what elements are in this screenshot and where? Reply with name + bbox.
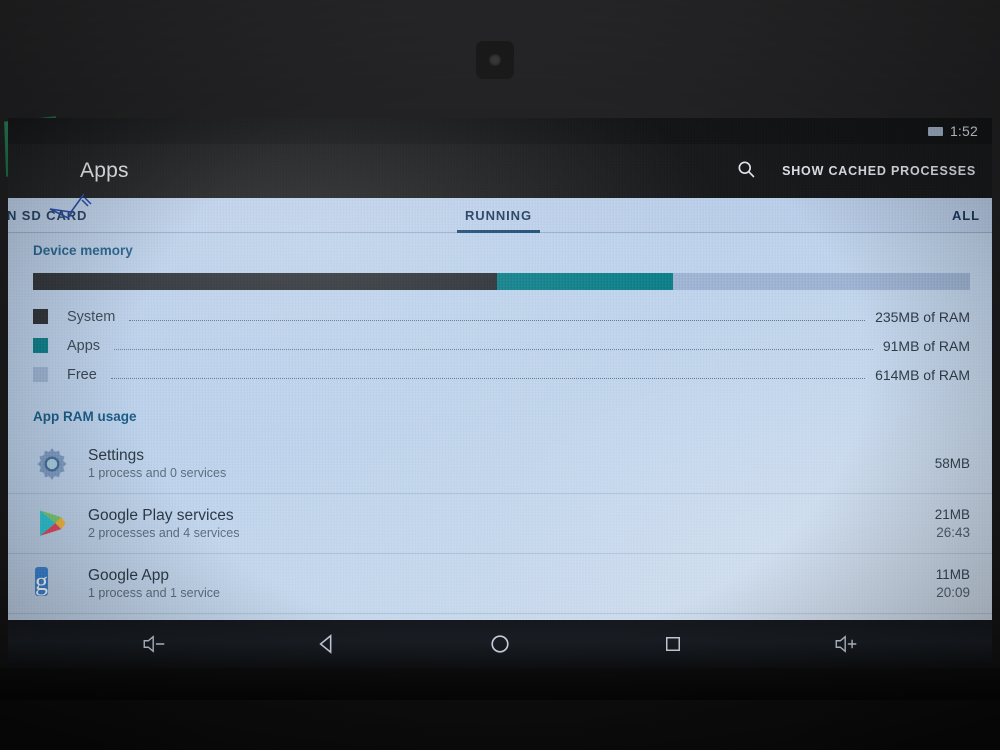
app-name: Settings [88,446,145,464]
legend-leader-line [114,349,873,350]
list-item-metrics: 21MB 26:43 [935,506,970,542]
photographed-tablet: 1:52 Apps SHOW CACHED PROCESSES ON SD CA… [0,0,1000,750]
tab-running[interactable]: RUNNING [457,198,540,233]
volume-down-icon[interactable] [127,625,181,663]
app-runtime-value: 26:43 [936,524,970,540]
front-camera-module [476,41,514,79]
action-bar-actions: SHOW CACHED PROCESSES [736,159,992,184]
app-subtitle: 1 process and 0 services [88,465,227,480]
page-title: Apps [80,159,129,182]
app-subtitle: 2 processes and 4 services [88,525,240,540]
home-icon[interactable] [473,625,527,663]
search-icon[interactable] [736,159,756,184]
device-memory-bar [33,273,970,290]
status-bar-clock: 1:52 [949,123,978,139]
list-item-text: Google App 1 process and 1 service [88,566,220,602]
legend-label-free: Free [67,366,97,383]
list-item-metrics: 11MB 20:09 [936,566,970,602]
legend-value-apps: 91MB of RAM [882,337,970,354]
app-memory-value: 11MB [935,566,970,582]
legend-value-system: 235MB of RAM [875,308,970,325]
list-item[interactable]: g Google App 1 process and 1 service 11M… [8,554,992,614]
tablet-screen: 1:52 Apps SHOW CACHED PROCESSES ON SD CA… [8,118,992,620]
legend-row-free: Free 614MB of RAM [8,360,992,389]
show-cached-processes-button[interactable]: SHOW CACHED PROCESSES [782,164,976,178]
legend-row-system: System 235MB of RAM [8,302,992,331]
recents-icon[interactable] [646,625,700,663]
android-navigation-bar [8,620,992,668]
app-name: Google Play services [88,506,234,524]
app-runtime-value: 20:09 [936,584,970,600]
legend-swatch-apps [33,338,48,353]
tab-all[interactable]: ALL [952,198,980,233]
legend-leader-line [129,320,866,321]
list-item-text: Google Play services 2 processes and 4 s… [88,506,239,542]
list-item[interactable]: Settings 1 process and 0 services 58MB [8,434,992,494]
list-item-text: Settings 1 process and 0 services [88,446,226,482]
android-status-bar: 1:52 [8,118,992,144]
camera-lens-icon [489,54,501,66]
list-item[interactable]: Google Play services 2 processes and 4 s… [8,494,992,554]
app-ram-usage-header: App RAM usage [33,409,137,424]
tab-on-sd-card[interactable]: ON SD CARD [8,198,87,233]
memory-bar-segment-system [33,273,497,290]
app-name: Google App [88,566,170,584]
device-memory-header: Device memory [33,243,133,258]
google-app-glyph: g [35,566,48,596]
running-apps-content: Device memory System 235MB of RAM Apps 9… [8,233,992,620]
legend-label-apps: Apps [67,337,101,354]
memory-bar-segment-free [672,273,970,290]
legend-label-system: System [67,308,116,325]
device-bottom-chin [0,668,1000,700]
volume-up-icon[interactable] [819,625,873,663]
list-item-metrics: 58MB [935,455,970,473]
app-ram-usage-list: Settings 1 process and 0 services 58MB G… [8,434,992,614]
legend-row-apps: Apps 91MB of RAM [8,331,992,360]
app-subtitle: 1 process and 1 service [88,585,221,600]
memory-bar-segment-apps [496,273,673,290]
app-memory-value: 21MB [934,506,970,522]
battery-icon [927,126,943,136]
google-app-icon: g [33,565,71,603]
legend-value-free: 614MB of RAM [875,366,970,383]
tab-strip: ON SD CARD RUNNING ALL [8,198,992,233]
memory-legend: System 235MB of RAM Apps 91MB of RAM Fre… [8,302,992,389]
app-memory-value: 58MB [934,455,970,471]
google-play-services-icon [33,505,71,543]
back-icon[interactable] [300,625,354,663]
action-bar: Apps SHOW CACHED PROCESSES [8,144,992,198]
legend-swatch-system [33,309,48,324]
legend-swatch-free [33,367,48,382]
settings-gear-icon [33,445,71,483]
legend-leader-line [110,378,866,379]
